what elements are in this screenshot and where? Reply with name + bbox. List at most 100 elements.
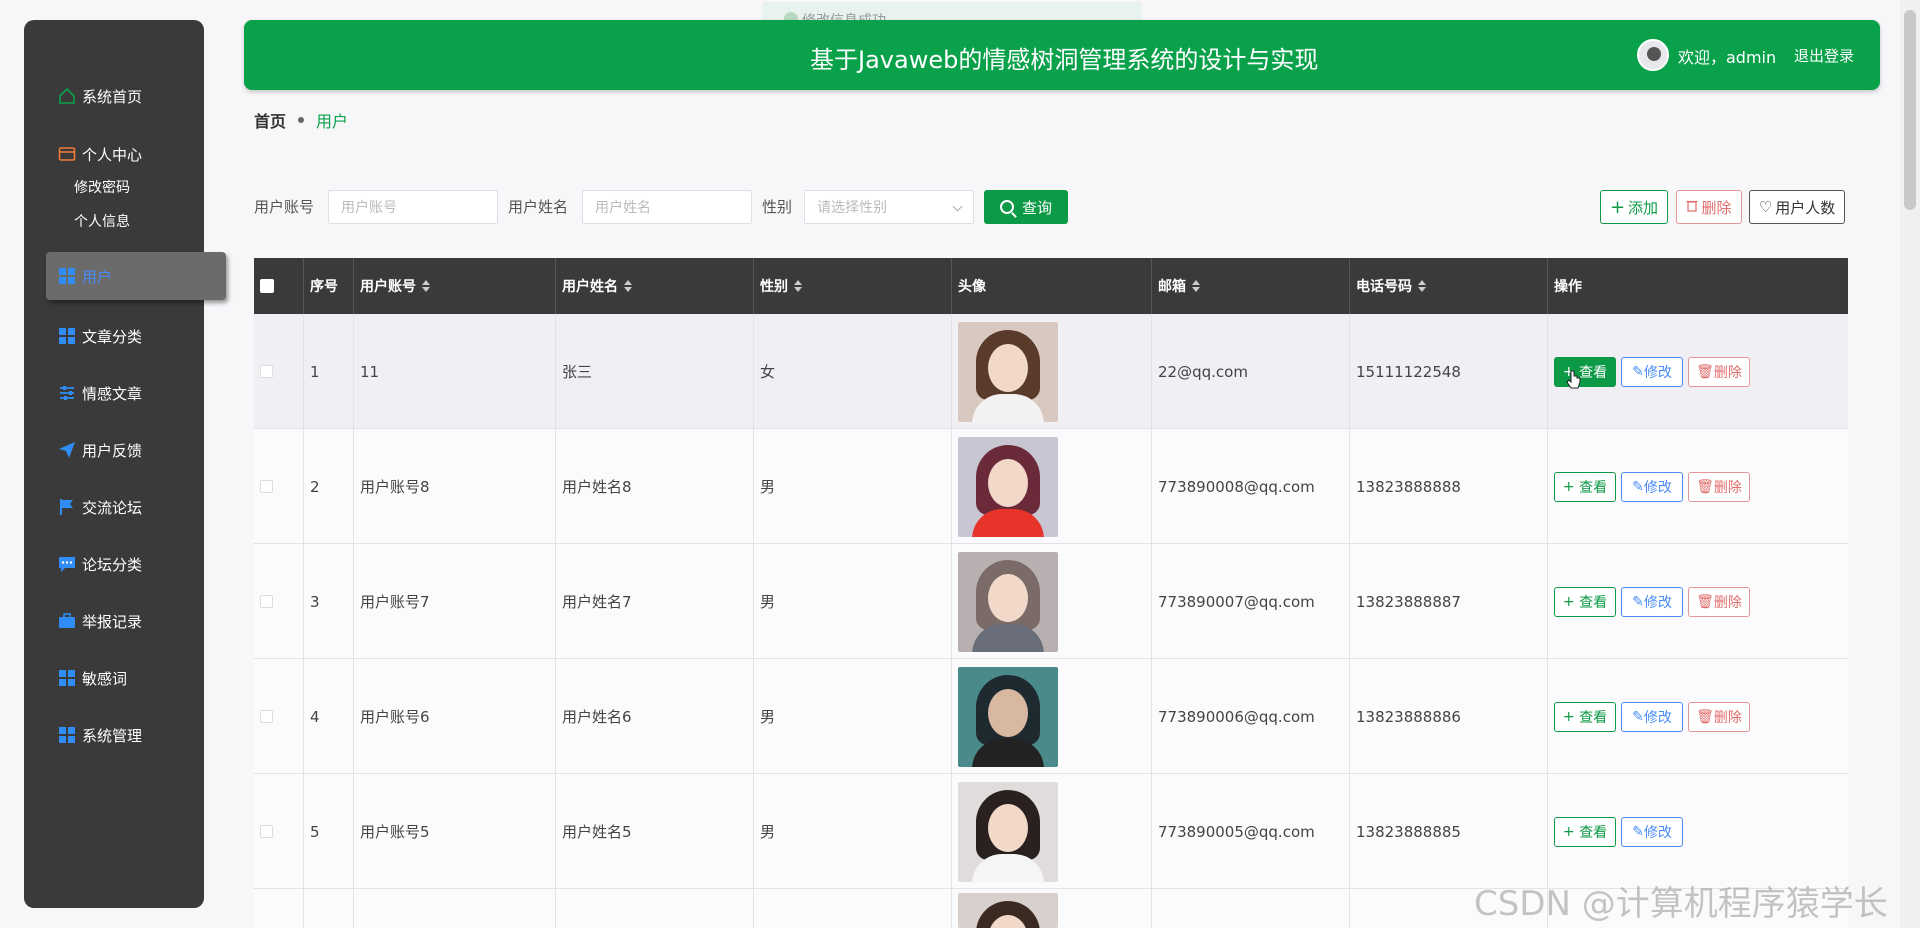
name-label: 用户姓名: [508, 198, 569, 216]
sidebar-item-label: 系统首页: [82, 87, 143, 106]
breadcrumb-home[interactable]: 首页: [254, 108, 286, 132]
avatar-image[interactable]: [958, 666, 1058, 767]
cell-gender: 男: [754, 429, 952, 544]
cell-name: 用户姓名7: [556, 544, 754, 659]
sidebar-item-user-feedback[interactable]: 用户反馈: [24, 430, 204, 470]
sidebar-subitem-change-password[interactable]: 修改密码: [74, 177, 130, 197]
row-checkbox[interactable]: [260, 710, 273, 723]
row-checkbox[interactable]: [260, 595, 273, 608]
add-button[interactable]: + 添加: [1600, 190, 1668, 224]
cell-no: 4: [304, 659, 354, 774]
gender-select[interactable]: 请选择性别: [804, 190, 974, 224]
cell-name: 用户姓名5: [556, 774, 754, 889]
cell-actions: + 查看 ✎ 修改 🗑 删除: [1548, 314, 1848, 429]
th-account[interactable]: 用户账号: [354, 258, 556, 314]
cell-no: 3: [304, 544, 354, 659]
view-button[interactable]: + 查看: [1554, 471, 1616, 502]
cell-email: [1152, 889, 1350, 928]
trash-icon: 🗑: [1696, 708, 1714, 725]
delete-button[interactable]: 🗑 删除: [1688, 586, 1750, 617]
avatar-image[interactable]: [958, 893, 1058, 928]
cell-gender: 男: [754, 774, 952, 889]
avatar-image[interactable]: [958, 781, 1058, 882]
delete-button[interactable]: 🗑 删除: [1688, 471, 1750, 502]
query-button[interactable]: 查询: [984, 190, 1068, 224]
name-search-input[interactable]: 用户姓名: [582, 190, 752, 224]
sidebar-item-label: 文章分类: [82, 327, 143, 346]
sidebar-item-report-records[interactable]: 举报记录: [24, 601, 204, 641]
th-label: 序号: [310, 279, 338, 295]
view-button[interactable]: + 查看: [1554, 586, 1616, 617]
account-search-input[interactable]: 用户账号: [328, 190, 498, 224]
cell-account: 11: [354, 314, 556, 429]
row-checkbox-cell: [254, 659, 304, 774]
sidebar-item-system-management[interactable]: 系统管理: [24, 715, 204, 755]
view-button[interactable]: + 查看: [1554, 356, 1616, 387]
logout-button[interactable]: 退出登录: [1794, 45, 1854, 66]
view-label: 查看: [1579, 709, 1608, 726]
sort-icon[interactable]: [1192, 280, 1200, 292]
th-no: 序号: [304, 258, 354, 314]
cell-no: 1: [304, 314, 354, 429]
edit-button[interactable]: ✎ 修改: [1621, 816, 1683, 847]
cell-phone: 13823888886: [1350, 659, 1548, 774]
avatar-image[interactable]: [958, 436, 1058, 537]
batch-delete-button[interactable]: 删除: [1676, 190, 1742, 224]
user-count-button[interactable]: ♡ 用户人数: [1749, 190, 1845, 224]
delete-button[interactable]: 🗑 删除: [1688, 701, 1750, 732]
edit-button[interactable]: ✎ 修改: [1621, 586, 1683, 617]
cell-gender: 女: [754, 314, 952, 429]
gender-label: 性别: [762, 198, 793, 216]
edit-button[interactable]: ✎ 修改: [1621, 471, 1683, 502]
breadcrumb-separator: [298, 117, 305, 123]
sort-icon[interactable]: [422, 280, 430, 292]
sidebar-item-forum[interactable]: 交流论坛: [24, 487, 204, 527]
th-email[interactable]: 邮箱: [1152, 258, 1350, 314]
top-header: 基于Javaweb的情感树洞管理系统的设计与实现 欢迎，admin 退出登录: [244, 20, 1880, 90]
delete-label: 删除: [1713, 709, 1742, 726]
plus-icon: +: [1562, 823, 1580, 840]
cell-avatar: [952, 889, 1152, 928]
trash-icon: 🗑: [1696, 363, 1714, 380]
sort-icon[interactable]: [1418, 280, 1426, 292]
query-button-label: 查询: [1021, 198, 1052, 217]
sidebar-item-article-category[interactable]: 文章分类: [24, 316, 204, 356]
sidebar-subitem-personal-info[interactable]: 个人信息: [74, 211, 130, 231]
th-phone[interactable]: 电话号码: [1350, 258, 1548, 314]
row-checkbox[interactable]: [260, 365, 273, 378]
cell-email: 22@qq.com: [1152, 314, 1350, 429]
avatar-image[interactable]: [958, 321, 1058, 422]
delete-button[interactable]: 🗑 删除: [1688, 356, 1750, 387]
view-button[interactable]: + 查看: [1554, 701, 1616, 732]
account-label: 用户账号: [254, 198, 315, 216]
row-checkbox[interactable]: [260, 480, 273, 493]
select-all-checkbox-cell: [254, 258, 304, 314]
row-checkbox[interactable]: [260, 825, 273, 838]
edit-button[interactable]: ✎ 修改: [1621, 356, 1683, 387]
view-button[interactable]: + 查看: [1554, 816, 1616, 847]
sort-icon[interactable]: [794, 280, 802, 292]
sidebar-item-forum-category[interactable]: 论坛分类: [24, 544, 204, 584]
th-gender[interactable]: 性别: [754, 258, 952, 314]
table-row: 1 11 张三 女 22@qq.com 15111122548 + 查看 ✎ 修改…: [254, 314, 1848, 429]
th-name[interactable]: 用户姓名: [556, 258, 754, 314]
avatar[interactable]: [1637, 39, 1669, 71]
cell-phone: 13823888888: [1350, 429, 1548, 544]
row-checkbox-cell: [254, 429, 304, 544]
sort-icon[interactable]: [624, 280, 632, 292]
sidebar-item-emotion-articles[interactable]: 情感文章: [24, 373, 204, 413]
edit-button[interactable]: ✎ 修改: [1621, 701, 1683, 732]
scrollbar-thumb[interactable]: [1904, 10, 1916, 210]
sidebar-item-sensitive-words[interactable]: 敏感词: [24, 658, 204, 698]
sidebar-item-home[interactable]: 系统首页: [24, 76, 204, 116]
chat-icon: [58, 555, 76, 573]
grid-icon: [58, 726, 76, 744]
sidebar-item-users[interactable]: 用户: [46, 252, 226, 300]
sidebar-item-personal-center[interactable]: 个人中心: [24, 134, 204, 174]
add-button-label: 添加: [1628, 198, 1659, 217]
select-all-checkbox[interactable]: [260, 279, 274, 293]
th-label: 性别: [760, 279, 788, 295]
th-actions: 操作: [1548, 258, 1848, 314]
avatar-image[interactable]: [958, 551, 1058, 652]
cell-account: 用户账号8: [354, 429, 556, 544]
